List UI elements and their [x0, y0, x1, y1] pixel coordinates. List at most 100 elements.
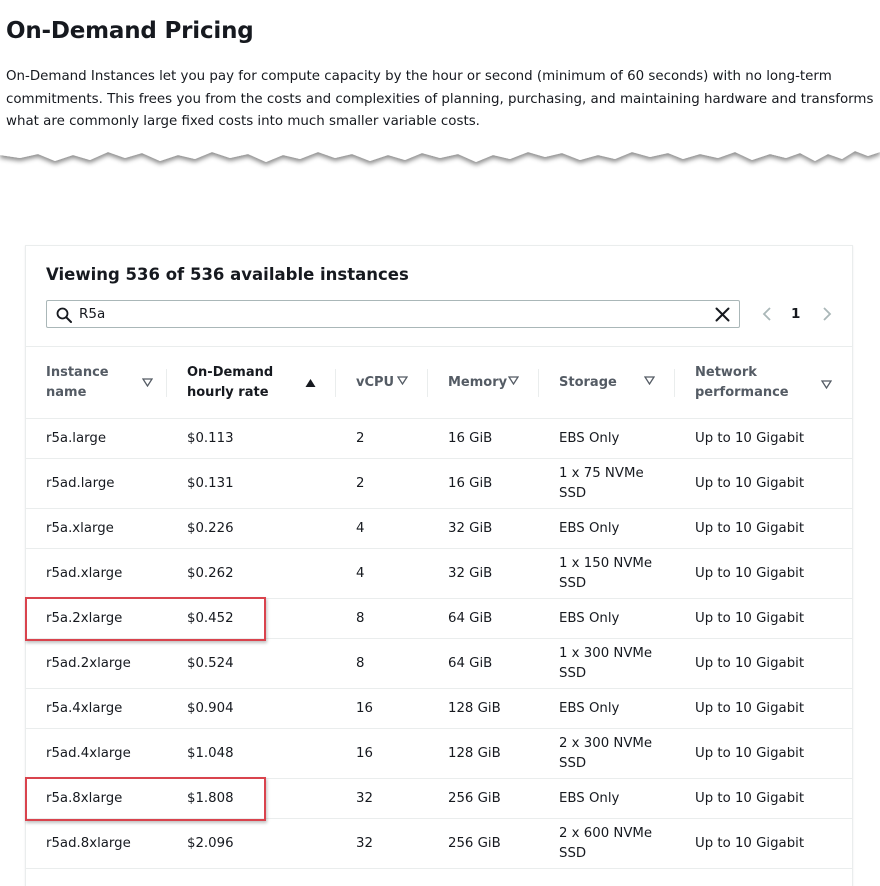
cell-storage: 1 x 150 NVMe SSD: [539, 548, 675, 599]
page-number-button[interactable]: 1: [791, 306, 800, 322]
cell-instance-name: r5ad.2xlarge: [26, 638, 167, 689]
torn-paper-edge: [0, 140, 880, 200]
column-header-vcpu[interactable]: vCPU: [336, 346, 428, 419]
table-row[interactable]: r5a.large $0.113 2 16 GiB EBS Only Up to…: [26, 418, 852, 459]
cell-storage: 1 x 75 NVMe SSD: [539, 458, 675, 509]
cell-memory: 16 GiB: [428, 458, 539, 509]
cell-network: Up to 10 Gigabit: [675, 778, 852, 819]
cell-hourly-rate: $2.096: [167, 818, 336, 869]
cell-memory: 16 GiB: [428, 418, 539, 459]
cell-memory: 256 GiB: [428, 818, 539, 869]
table-row[interactable]: r5a.8xlarge $1.808 32 256 GiB EBS Only U…: [26, 778, 852, 819]
cell-memory: 256 GiB: [428, 778, 539, 819]
column-label: vCPU: [356, 374, 395, 390]
cell-hourly-rate: $1.808: [167, 778, 336, 819]
search-icon: [56, 307, 72, 323]
table-row[interactable]: r5ad.2xlarge $0.524 8 64 GiB 1 x 300 NVM…: [26, 638, 852, 689]
cell-memory: 128 GiB: [428, 688, 539, 729]
sort-ascending-icon: [305, 379, 316, 387]
table-title: Viewing 536 of 536 available instances: [46, 265, 409, 284]
table-row[interactable]: r5a.2xlarge $0.452 8 64 GiB EBS Only Up …: [26, 598, 852, 639]
column-label: Instance name: [46, 364, 109, 400]
cell-storage: 2 x 300 NVMe SSD: [539, 728, 675, 779]
cell-network: Up to 10 Gigabit: [675, 638, 852, 689]
cell-storage: EBS Only: [539, 778, 675, 819]
cell-memory: 128 GiB: [428, 728, 539, 779]
cell-instance-name: r5a.2xlarge: [26, 598, 167, 639]
table-row[interactable]: r5ad.8xlarge $2.096 32 256 GiB 2 x 600 N…: [26, 818, 852, 869]
cell-memory: 64 GiB: [428, 598, 539, 639]
intro-paragraph: On-Demand Instances let you pay for comp…: [6, 69, 874, 129]
chevron-left-icon[interactable]: [760, 307, 774, 321]
table-row[interactable]: r5a.xlarge $0.226 4 32 GiB EBS Only Up t…: [26, 508, 852, 549]
cell-network: Up to 10 Gigabit: [675, 548, 852, 599]
cell-instance-name: r5ad.xlarge: [26, 548, 167, 599]
sort-caret-down-icon: [821, 380, 832, 389]
cell-network: Up to 10 Gigabit: [675, 418, 852, 459]
column-header-instance-name[interactable]: Instance name: [26, 346, 167, 419]
table-header-row: Instance name On-Demand hourly rate vCPU…: [26, 346, 852, 419]
cell-network: Up to 10 Gigabit: [675, 458, 852, 509]
cell-vcpu: 16: [336, 688, 428, 729]
cell-instance-name: r5ad.4xlarge: [26, 728, 167, 779]
table-row[interactable]: r5a.4xlarge $0.904 16 128 GiB EBS Only U…: [26, 688, 852, 729]
instances-table-card: Viewing 536 of 536 available instances 1: [25, 245, 853, 886]
cell-vcpu: 2: [336, 458, 428, 509]
cell-network: Up to 10 Gigabit: [675, 598, 852, 639]
column-header-storage[interactable]: Storage: [539, 346, 675, 419]
cell-vcpu: 32: [336, 818, 428, 869]
cell-vcpu: 32: [336, 778, 428, 819]
cell-hourly-rate: $0.524: [167, 638, 336, 689]
cell-vcpu: 4: [336, 508, 428, 549]
cell-storage: EBS Only: [539, 508, 675, 549]
cell-memory: 32 GiB: [428, 548, 539, 599]
cell-hourly-rate: $0.226: [167, 508, 336, 549]
cell-network: Up to 10 Gigabit: [675, 688, 852, 729]
pagination: 1: [760, 302, 836, 326]
table-row[interactable]: r5ad.4xlarge $1.048 16 128 GiB 2 x 300 N…: [26, 728, 852, 779]
column-label: On-Demand hourly rate: [187, 364, 274, 400]
sort-caret-down-icon: [644, 376, 655, 385]
page-title: On-Demand Pricing: [6, 18, 254, 44]
cell-instance-name: r5a.large: [26, 418, 167, 459]
column-label: Network performance: [695, 364, 789, 400]
table-row[interactable]: r5ad.large $0.131 2 16 GiB 1 x 75 NVMe S…: [26, 458, 852, 509]
instances-table: Instance name On-Demand hourly rate vCPU…: [26, 346, 852, 869]
cell-storage: 1 x 300 NVMe SSD: [539, 638, 675, 689]
cell-instance-name: r5a.xlarge: [26, 508, 167, 549]
cell-network: Up to 10 Gigabit: [675, 508, 852, 549]
sort-caret-down-icon: [397, 376, 408, 385]
column-label: Storage: [559, 374, 617, 390]
close-icon[interactable]: [715, 307, 730, 322]
sort-caret-down-icon: [142, 378, 153, 387]
cell-vcpu: 8: [336, 598, 428, 639]
chevron-right-icon[interactable]: [820, 307, 834, 321]
column-header-hourly-rate[interactable]: On-Demand hourly rate: [167, 346, 336, 419]
cell-hourly-rate: $1.048: [167, 728, 336, 779]
column-header-network-performance[interactable]: Network performance: [675, 346, 852, 419]
cell-storage: EBS Only: [539, 688, 675, 729]
cell-instance-name: r5ad.8xlarge: [26, 818, 167, 869]
cell-hourly-rate: $0.452: [167, 598, 336, 639]
column-header-memory[interactable]: Memory: [428, 346, 539, 419]
cell-vcpu: 4: [336, 548, 428, 599]
cell-hourly-rate: $0.113: [167, 418, 336, 459]
search-field[interactable]: [46, 300, 740, 328]
cell-vcpu: 8: [336, 638, 428, 689]
cell-hourly-rate: $0.904: [167, 688, 336, 729]
cell-vcpu: 2: [336, 418, 428, 459]
cell-vcpu: 16: [336, 728, 428, 779]
search-input[interactable]: [79, 304, 699, 324]
cell-network: Up to 10 Gigabit: [675, 818, 852, 869]
cell-storage: EBS Only: [539, 418, 675, 459]
cell-storage: EBS Only: [539, 598, 675, 639]
column-label: Memory: [448, 374, 508, 390]
cell-memory: 32 GiB: [428, 508, 539, 549]
table-row[interactable]: r5ad.xlarge $0.262 4 32 GiB 1 x 150 NVMe…: [26, 548, 852, 599]
sort-caret-down-icon: [508, 376, 519, 385]
cell-instance-name: r5a.8xlarge: [26, 778, 167, 819]
cell-memory: 64 GiB: [428, 638, 539, 689]
cell-storage: 2 x 600 NVMe SSD: [539, 818, 675, 869]
cell-instance-name: r5a.4xlarge: [26, 688, 167, 729]
cell-hourly-rate: $0.131: [167, 458, 336, 509]
